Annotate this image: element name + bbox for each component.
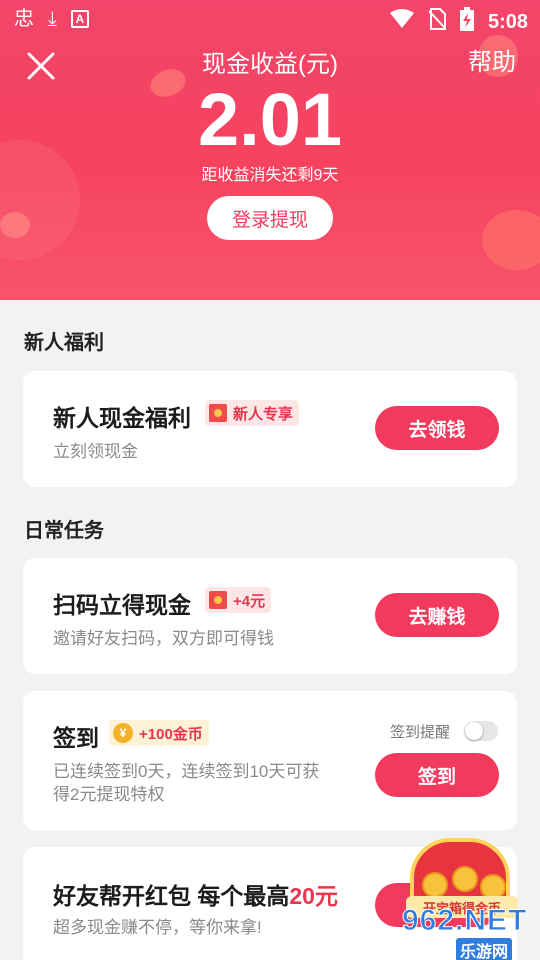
download-icon: ⤓ bbox=[48, 8, 57, 30]
earnings-header: 忠 ⤓ A 5:08 现金收益(元) 帮助 2.01 距收益消失还剩9天 登录提… bbox=[0, 0, 540, 300]
status-bar: 忠 ⤓ A 5:08 bbox=[0, 0, 540, 38]
card-subtitle-line2: 得2元提现特权 bbox=[53, 785, 165, 804]
task-card-sign-in: 签到 ¥ +100金币 签到提醒 已连续签到0天，连续签到10天可获 得2元提现… bbox=[23, 691, 517, 830]
card-title: 新人现金福利 bbox=[53, 405, 191, 431]
red-envelope-icon bbox=[209, 591, 227, 609]
sign-in-reminder-label: 签到提醒 bbox=[390, 724, 451, 741]
login-withdraw-button[interactable]: 登录提现 bbox=[207, 196, 333, 240]
watermark-main: 962.NET bbox=[401, 904, 528, 938]
site-watermark: 962.NET 乐游网 bbox=[401, 904, 538, 960]
sign-in-button[interactable]: 签到 bbox=[375, 753, 499, 797]
wifi-icon bbox=[389, 9, 414, 34]
battery-charging-icon bbox=[459, 7, 474, 36]
no-sim-icon bbox=[428, 8, 446, 35]
card-subtitle: 邀请好友扫码，双方即可得钱 bbox=[53, 629, 274, 648]
text-a-icon: A bbox=[70, 10, 89, 28]
watermark-sub: 乐游网 bbox=[456, 938, 513, 960]
sign-in-reminder-toggle[interactable] bbox=[464, 721, 498, 741]
status-time: 5:08 bbox=[487, 10, 528, 33]
card-subtitle-line1: 已连续签到0天，连续签到10天可获 bbox=[53, 762, 320, 781]
decorative-coin bbox=[482, 210, 540, 270]
card-subtitle: 超多现金赚不停，等你来拿! bbox=[53, 918, 262, 937]
cash-amount: 2.01 bbox=[197, 78, 343, 161]
coin-icon bbox=[452, 866, 478, 892]
section-title-daily: 日常任务 bbox=[24, 520, 104, 542]
reward-tag: +4元 bbox=[205, 587, 272, 613]
help-link[interactable]: 帮助 bbox=[468, 42, 516, 77]
tag-text: +100金币 bbox=[139, 725, 203, 743]
card-subtitle: 立刻领现金 bbox=[53, 442, 138, 461]
tag-text: 新人专享 bbox=[233, 405, 294, 423]
card-title-highlight: 20元 bbox=[289, 883, 338, 909]
task-card-scan-code: 扫码立得现金 +4元 邀请好友扫码，双方即可得钱 去赚钱 bbox=[23, 558, 517, 674]
page-title: 现金收益(元) bbox=[202, 51, 338, 78]
card-title: 扫码立得现金 bbox=[53, 592, 191, 618]
task-card-newbie-cash: 新人现金福利 新人专享 立刻领现金 去领钱 bbox=[23, 371, 517, 487]
section-title-newbie: 新人福利 bbox=[24, 332, 104, 354]
card-title-prefix: 好友帮开红包 每个最高 bbox=[53, 883, 290, 909]
red-envelope-icon bbox=[209, 404, 227, 422]
toggle-knob bbox=[465, 722, 483, 740]
coin-icon bbox=[422, 872, 448, 898]
coin-icon: ¥ bbox=[113, 723, 133, 743]
newbie-tag: 新人专享 bbox=[205, 400, 300, 426]
app-logo-icon: 忠 bbox=[14, 8, 34, 30]
coin-reward-tag: ¥ +100金币 bbox=[109, 720, 209, 746]
claim-cash-button[interactable]: 去领钱 bbox=[375, 406, 499, 450]
decorative-coin bbox=[0, 212, 30, 238]
earn-money-button[interactable]: 去赚钱 bbox=[375, 593, 499, 637]
tag-text: +4元 bbox=[233, 592, 266, 610]
card-title: 好友帮开红包 每个最高20元 bbox=[53, 877, 338, 911]
expire-note: 距收益消失还剩9天 bbox=[201, 167, 339, 184]
card-title: 签到 bbox=[53, 725, 99, 751]
